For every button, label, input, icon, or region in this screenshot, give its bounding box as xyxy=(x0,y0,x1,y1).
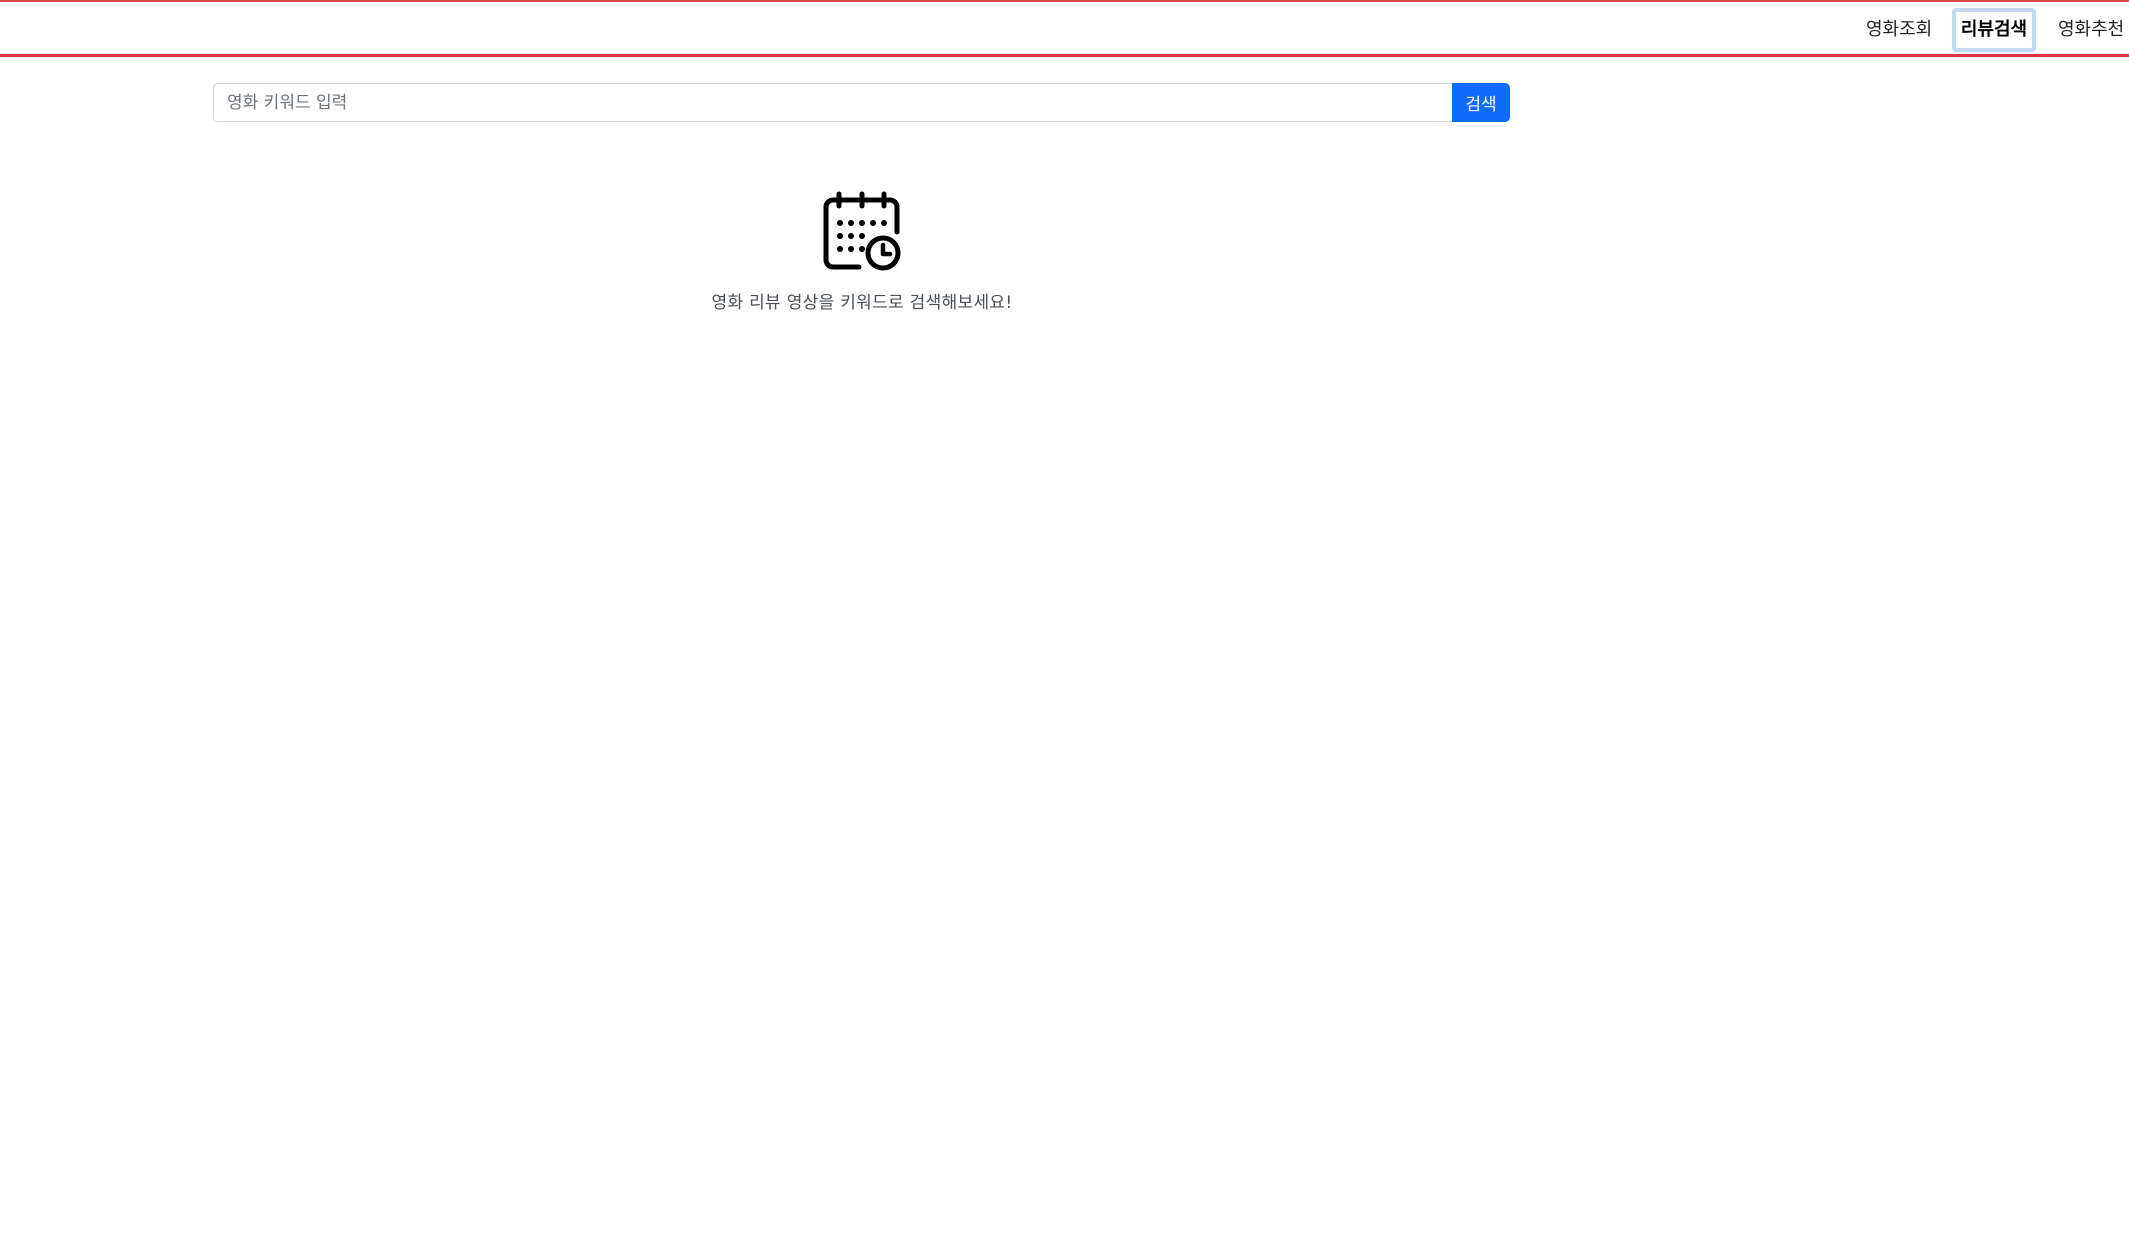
nav-item-movie-lookup[interactable]: 영화조회 xyxy=(1856,8,1942,52)
calendar-clock-icon xyxy=(819,190,905,276)
search-button[interactable]: 검색 xyxy=(1452,83,1510,122)
nav-item-review-search[interactable]: 리뷰검색 xyxy=(1952,8,2036,52)
empty-state-message: 영화 리뷰 영상을 키워드로 검색해보세요! xyxy=(711,293,1013,313)
search-input[interactable] xyxy=(213,83,1452,122)
nav-item-movie-recommend[interactable]: 영화추천 xyxy=(2048,8,2129,52)
empty-state: 영화 리뷰 영상을 키워드로 검색해보세요! xyxy=(562,190,1162,313)
search-bar: 검색 xyxy=(213,83,1510,122)
top-navbar: 영화조회 리뷰검색 영화추천 xyxy=(0,0,2129,57)
